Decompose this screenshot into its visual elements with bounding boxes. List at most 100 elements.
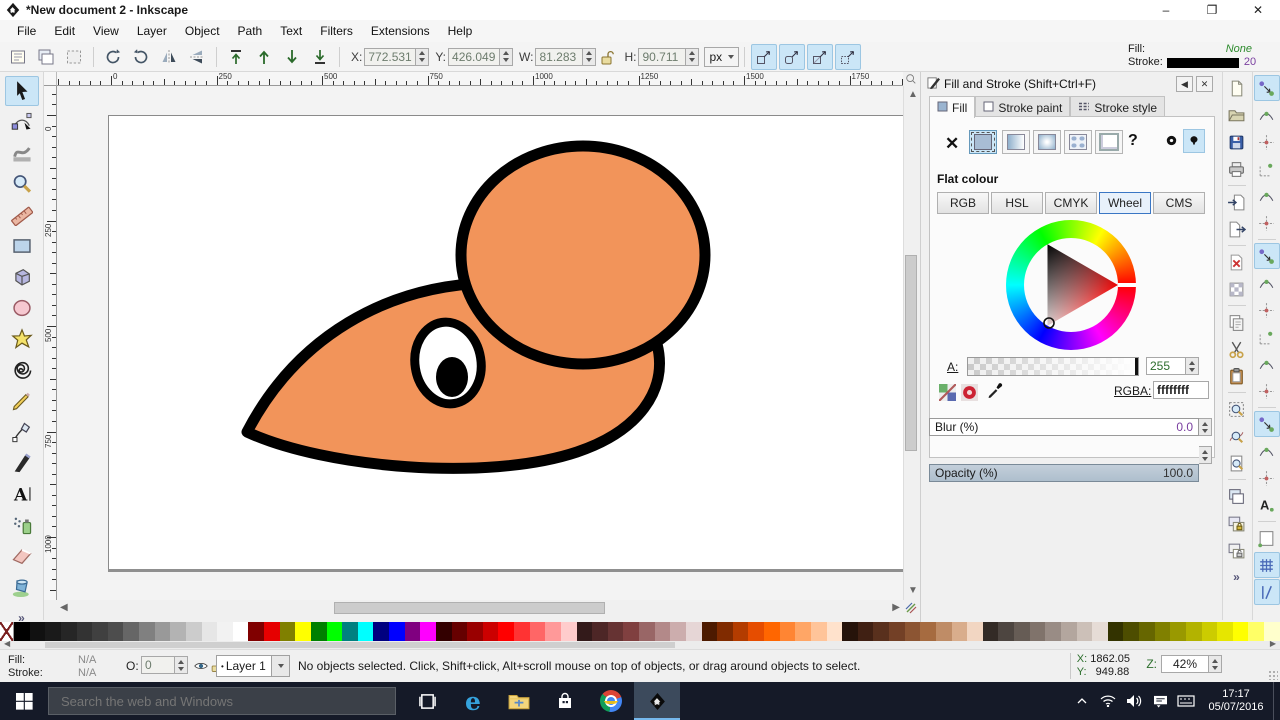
radial-gradient-button[interactable] (1033, 130, 1061, 154)
snap-bbox-centers-icon[interactable] (1254, 210, 1280, 236)
palette-swatch[interactable] (889, 622, 905, 641)
file-explorer-icon[interactable] (496, 682, 542, 720)
palette-swatch[interactable] (45, 622, 61, 641)
palette-swatch[interactable] (577, 622, 593, 641)
palette-swatch[interactable] (655, 622, 671, 641)
search-input[interactable] (49, 693, 395, 710)
stroke-color-swatch[interactable] (1167, 58, 1239, 68)
layer-selector[interactable]: • Layer 1 (216, 655, 290, 677)
print-icon[interactable] (1224, 156, 1250, 182)
node-tool-icon[interactable] (5, 107, 39, 137)
statusbar-style-swatch[interactable]: Fill:N/A Stroke:N/A (8, 654, 118, 680)
affect-stroke-icon[interactable] (751, 44, 777, 70)
cms-adjust-icon[interactable] (903, 72, 918, 86)
palette-swatch[interactable] (1186, 622, 1202, 641)
menu-path[interactable]: Path (229, 22, 272, 40)
resize-grip[interactable] (1268, 670, 1278, 680)
palette-swatch[interactable] (670, 622, 686, 641)
palette-swatch[interactable] (327, 622, 343, 641)
scroll-right-icon[interactable]: ▶ (892, 601, 900, 615)
palette-swatch[interactable] (420, 622, 436, 641)
out-of-gamut-icon[interactable] (961, 384, 978, 401)
lower-icon[interactable] (279, 44, 305, 70)
palette-swatch[interactable] (967, 622, 983, 641)
palette-swatch[interactable] (155, 622, 171, 641)
palette-swatch[interactable] (1014, 622, 1030, 641)
palette-swatch[interactable] (858, 622, 874, 641)
snap-bbox-edges-icon[interactable] (1254, 129, 1280, 155)
rgba-field[interactable]: ffffffff (1153, 381, 1209, 399)
alpha-slider[interactable] (967, 357, 1139, 376)
opacity-spinner[interactable] (1199, 446, 1212, 464)
palette-swatch[interactable] (1217, 622, 1233, 641)
h-field[interactable]: 90.711 (638, 48, 686, 66)
alpha-spinner[interactable] (1186, 357, 1199, 375)
rotate-ccw-icon[interactable] (100, 44, 126, 70)
alpha-field[interactable]: 255 (1146, 357, 1186, 375)
palette-swatch[interactable] (202, 622, 218, 641)
palette-swatch[interactable] (1045, 622, 1061, 641)
menu-filters[interactable]: Filters (311, 22, 362, 40)
menu-file[interactable]: File (8, 22, 45, 40)
swatch-button[interactable] (1095, 130, 1123, 154)
raise-icon[interactable] (251, 44, 277, 70)
palette-swatch[interactable] (561, 622, 577, 641)
snap-rotation-centers-icon[interactable] (1254, 465, 1280, 491)
h-spinner[interactable] (686, 48, 699, 66)
palette-swatch[interactable] (842, 622, 858, 641)
import-icon[interactable] (1224, 189, 1250, 215)
eraser-tool-icon[interactable] (5, 541, 39, 571)
snap-toggle-icon[interactable] (905, 602, 917, 614)
zoom-spinner[interactable] (1209, 655, 1222, 673)
palette-swatch[interactable] (733, 622, 749, 641)
snap-bbox-icon[interactable] (1254, 102, 1280, 128)
snap-smooth-nodes-icon[interactable] (1254, 351, 1280, 377)
horizontal-ruler[interactable]: 02505007501000125015001750 (57, 72, 903, 86)
vertical-scrollbar-thumb[interactable] (905, 255, 917, 451)
pen-tool-icon[interactable] (5, 417, 39, 447)
y-field[interactable]: 426.049 (448, 48, 500, 66)
zoom-tool-icon[interactable] (5, 169, 39, 199)
palette-swatch[interactable] (780, 622, 796, 641)
palette-swatch[interactable] (873, 622, 889, 641)
snap-nodes-icon[interactable] (1254, 243, 1280, 269)
palette-swatch[interactable] (92, 622, 108, 641)
palette-swatch[interactable] (1092, 622, 1108, 641)
zoom-selection-icon[interactable] (1224, 396, 1250, 422)
canvas-viewport[interactable] (57, 86, 903, 600)
duplicate-icon[interactable] (1224, 483, 1250, 509)
palette-swatch[interactable] (483, 622, 499, 641)
palette-swatch[interactable] (514, 622, 530, 641)
palette-swatch[interactable] (920, 622, 936, 641)
dock-collapse-icon[interactable]: ◀ (1176, 76, 1193, 92)
palette-swatch[interactable] (811, 622, 827, 641)
unknown-paint-icon[interactable]: ? (1128, 132, 1138, 150)
action-center-icon[interactable] (1147, 695, 1173, 708)
alpha-slider-handle[interactable] (1135, 358, 1138, 375)
taskbar-search[interactable] (48, 687, 396, 715)
palette-swatch[interactable] (905, 622, 921, 641)
palette-swatch[interactable] (1108, 622, 1124, 641)
palette-swatch[interactable] (405, 622, 421, 641)
affect-pattern-icon[interactable] (835, 44, 861, 70)
palette-swatch[interactable] (702, 622, 718, 641)
palette-swatch[interactable] (373, 622, 389, 641)
palette-swatch[interactable] (1233, 622, 1249, 641)
flip-horizontal-icon[interactable] (156, 44, 182, 70)
select-all-layers-icon[interactable] (33, 44, 59, 70)
flip-vertical-icon[interactable] (184, 44, 210, 70)
palette-swatch[interactable] (686, 622, 702, 641)
palette-swatch[interactable] (1155, 622, 1171, 641)
menu-extensions[interactable]: Extensions (362, 22, 439, 40)
palette-swatch[interactable] (998, 622, 1014, 641)
palette-swatch[interactable] (30, 622, 46, 641)
layer-dropdown-icon[interactable] (271, 656, 289, 676)
zoom-page-icon[interactable] (1224, 450, 1250, 476)
fill-rule-nonzero-icon[interactable] (1183, 129, 1205, 153)
affect-corners-icon[interactable] (779, 44, 805, 70)
snap-guides-icon[interactable] (1254, 579, 1280, 605)
box3d-tool-icon[interactable] (5, 262, 39, 292)
start-button[interactable] (0, 682, 48, 720)
restore-button[interactable]: ❐ (1202, 3, 1222, 17)
zoom-field[interactable]: 42% (1161, 655, 1209, 673)
